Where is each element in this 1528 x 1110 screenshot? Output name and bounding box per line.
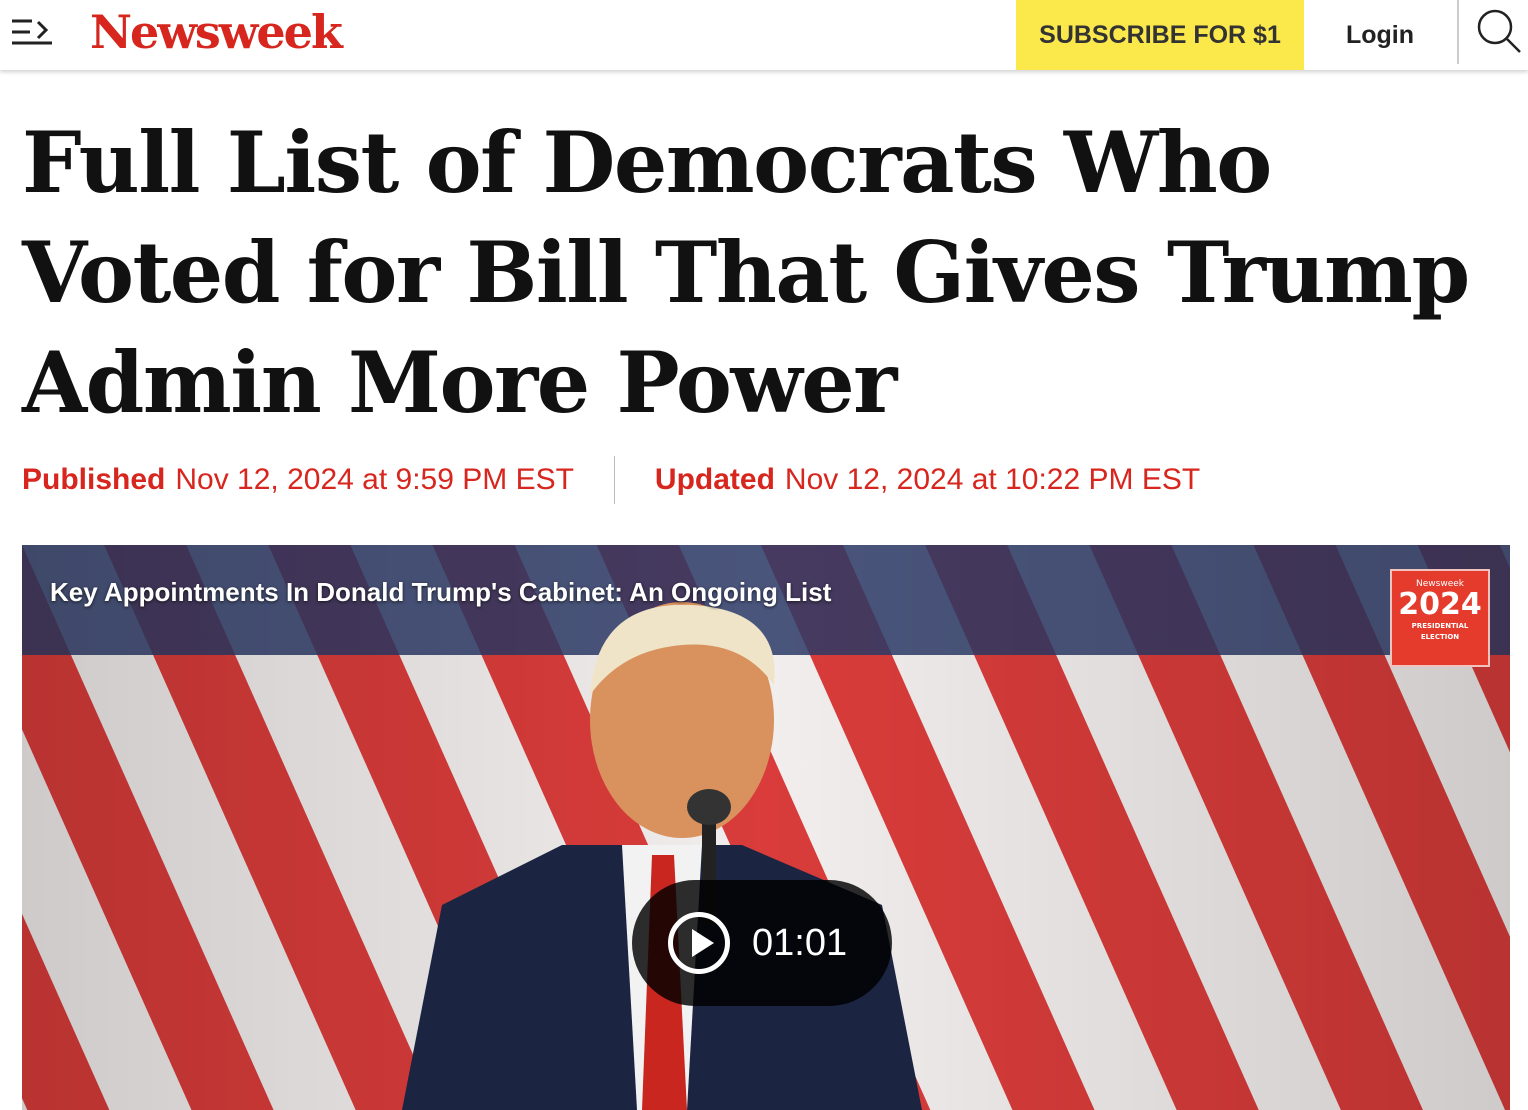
badge-line1: PRESIDENTIAL bbox=[1411, 622, 1469, 630]
video-title: Key Appointments In Donald Trump's Cabin… bbox=[50, 577, 832, 607]
updated-date: Nov 12, 2024 at 10:22 PM EST bbox=[784, 463, 1201, 496]
play-button[interactable]: 01:01 bbox=[632, 880, 892, 1006]
login-button[interactable]: Login bbox=[1304, 0, 1456, 70]
article-headline: Full List of Democrats Who Voted for Bil… bbox=[22, 113, 1470, 432]
election-2024-badge: Newsweek 2024 PRESIDENTIAL ELECTION bbox=[1390, 569, 1490, 667]
updated-label: Updated bbox=[654, 463, 775, 496]
play-icon bbox=[668, 912, 730, 974]
published-label: Published bbox=[22, 463, 166, 496]
search-icon[interactable] bbox=[1474, 6, 1524, 56]
video-thumbnail bbox=[22, 545, 1510, 1110]
badge-line2: ELECTION bbox=[1420, 633, 1460, 641]
published-date: Nov 12, 2024 at 9:59 PM EST bbox=[175, 463, 574, 496]
menu-icon[interactable] bbox=[10, 16, 56, 48]
video-player[interactable]: Key Appointments In Donald Trump's Cabin… bbox=[22, 545, 1510, 1110]
badge-year: 2024 bbox=[1398, 587, 1482, 622]
video-duration: 01:01 bbox=[752, 921, 848, 964]
dateline-divider bbox=[613, 456, 615, 504]
header-divider bbox=[1457, 0, 1459, 64]
newsweek-logo[interactable]: Newsweek bbox=[90, 2, 343, 62]
subscribe-button[interactable]: SUBSCRIBE FOR $1 bbox=[1016, 0, 1304, 70]
site-header: Newsweek SUBSCRIBE FOR $1 Login bbox=[0, 0, 1528, 70]
article-dateline: Published Nov 12, 2024 at 9:59 PM EST Up… bbox=[22, 456, 1200, 504]
